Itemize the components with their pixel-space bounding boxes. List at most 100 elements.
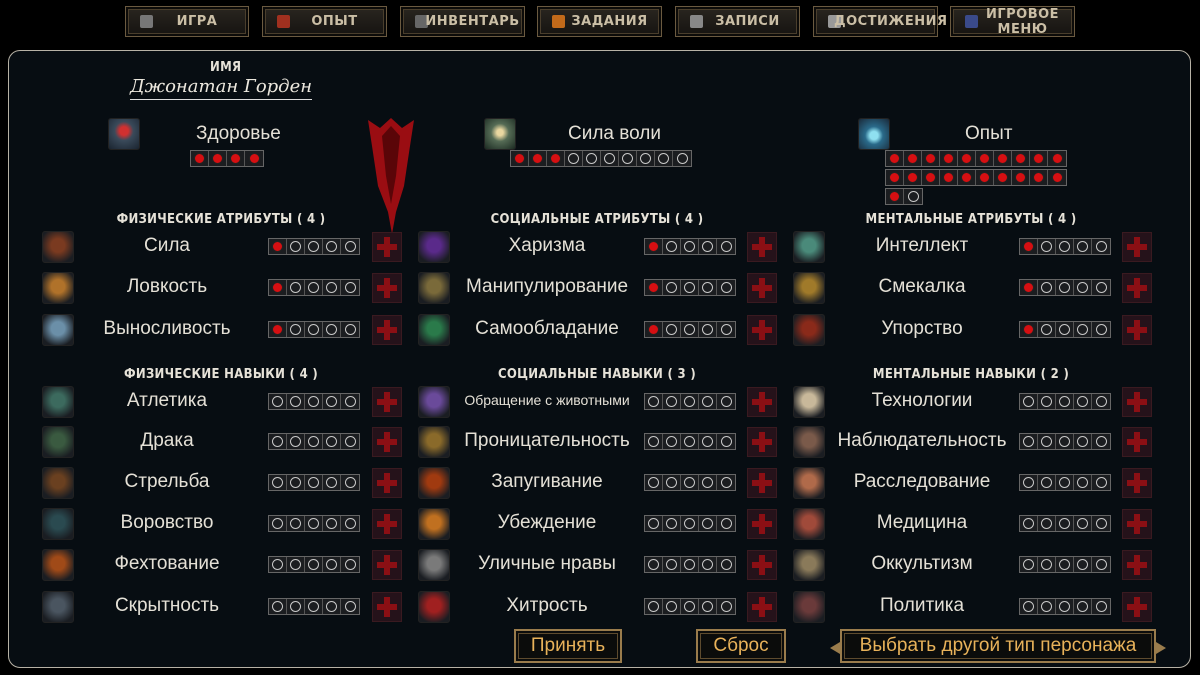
dot-empty	[699, 475, 717, 490]
dot-empty	[287, 394, 305, 409]
dot-filled	[645, 322, 663, 337]
skill-row-increase-button[interactable]	[372, 592, 402, 622]
nav-tab-3[interactable]: ЗАДАНИЯ	[537, 6, 662, 37]
attribute-row-increase-button[interactable]	[372, 315, 402, 345]
dot-empty	[681, 322, 699, 337]
skill-row-increase-button[interactable]	[1122, 592, 1152, 622]
dot-empty	[1056, 322, 1074, 337]
skills-heading: ФИЗИЧЕСКИЕ НАВЫКИ ( 4 )	[123, 367, 319, 382]
skill-row-increase-button[interactable]	[747, 550, 777, 580]
dot-empty	[699, 557, 717, 572]
skill-row-increase-button[interactable]	[372, 427, 402, 457]
skill-row-increase-button[interactable]	[1122, 427, 1152, 457]
skill-row-increase-button[interactable]	[372, 387, 402, 417]
attributes-heading: МЕНТАЛЬНЫЕ АТРИБУТЫ ( 4 )	[865, 212, 1077, 227]
skills-heading: МЕНТАЛЬНЫЕ НАВЫКИ ( 2 )	[872, 367, 1070, 382]
dot-empty	[305, 434, 323, 449]
fire-figure-icon	[418, 467, 450, 499]
dot-empty	[305, 239, 323, 254]
skill-row-label: Медицина	[876, 512, 968, 533]
attribute-row-increase-button[interactable]	[747, 273, 777, 303]
attribute-row-label: Ловкость	[126, 276, 208, 297]
dot-filled	[976, 151, 994, 166]
animal-icon	[418, 386, 450, 418]
skill-row-increase-button[interactable]	[747, 509, 777, 539]
dot-empty	[699, 394, 717, 409]
attribute-row-increase-button[interactable]	[372, 273, 402, 303]
dot-empty	[663, 322, 681, 337]
dot-filled	[1020, 239, 1038, 254]
skill-row-dots	[644, 433, 736, 450]
skill-row-increase-button[interactable]	[372, 509, 402, 539]
dot-empty	[681, 516, 699, 531]
dot-empty	[1074, 239, 1092, 254]
bulb-icon	[793, 272, 825, 304]
skill-row-increase-button[interactable]	[372, 468, 402, 498]
dot-empty	[601, 151, 619, 166]
skill-row-increase-button[interactable]	[372, 550, 402, 580]
dot-empty	[1038, 475, 1056, 490]
attribute-row-increase-button[interactable]	[372, 232, 402, 262]
attribute-row-increase-button[interactable]	[747, 315, 777, 345]
dot-filled	[529, 151, 547, 166]
dot-empty	[341, 394, 359, 409]
attribute-row-label: Харизма	[508, 235, 586, 256]
skill-row-increase-button[interactable]	[747, 387, 777, 417]
nav-tab-1[interactable]: ОПЫТ	[262, 6, 387, 37]
nav-tab-4[interactable]: ЗАПИСИ	[675, 6, 800, 37]
skill-row-increase-button[interactable]	[1122, 387, 1152, 417]
dot-empty	[1038, 434, 1056, 449]
dot-empty	[1074, 516, 1092, 531]
character-name-field[interactable]: Джонатан Горден	[130, 76, 312, 100]
skill-row-dots	[1019, 598, 1111, 615]
eye-icon	[793, 467, 825, 499]
dot-filled	[886, 170, 904, 185]
dot-empty	[681, 239, 699, 254]
dot-empty	[904, 189, 922, 204]
attribute-row-increase-button[interactable]	[747, 232, 777, 262]
dot-empty	[323, 557, 341, 572]
nav-tab-5[interactable]: ДОСТИЖЕНИЯ	[813, 6, 948, 37]
dot-filled	[1048, 170, 1066, 185]
accept-button[interactable]: Принять	[514, 629, 622, 663]
flame-head-icon	[793, 314, 825, 346]
nav-tab-6[interactable]: ИГРОВОЕ МЕНЮ	[950, 6, 1075, 37]
skill-row-label: Убеждение	[497, 512, 597, 533]
attribute-row-dots	[268, 279, 360, 296]
dot-filled	[269, 239, 287, 254]
dot-empty	[1056, 475, 1074, 490]
change-character-type-button[interactable]: Выбрать другой тип персонажа	[830, 629, 1166, 663]
dot-empty	[287, 322, 305, 337]
nav-tab-label: ДОСТИЖЕНИЯ	[834, 14, 948, 29]
nav-tab-2[interactable]: ИНВЕНТАРЬ	[400, 6, 525, 37]
dot-filled	[227, 151, 245, 166]
dot-empty	[655, 151, 673, 166]
skill-row-increase-button[interactable]	[747, 468, 777, 498]
attribute-row-increase-button[interactable]	[1122, 232, 1152, 262]
skill-row-label: Скрытность	[114, 595, 220, 616]
reset-button[interactable]: Сброс	[696, 629, 786, 663]
skill-row-increase-button[interactable]	[747, 592, 777, 622]
dot-empty	[663, 516, 681, 531]
skill-row-increase-button[interactable]	[1122, 509, 1152, 539]
nav-tab-0[interactable]: ИГРА	[125, 6, 249, 37]
dot-empty	[1056, 516, 1074, 531]
dot-empty	[673, 151, 691, 166]
attribute-row-dots	[1019, 238, 1111, 255]
skill-row-dots	[1019, 433, 1111, 450]
attribute-row-increase-button[interactable]	[1122, 315, 1152, 345]
nav-tab-label: ОПЫТ	[311, 14, 358, 29]
dot-filled	[1012, 151, 1030, 166]
dot-empty	[717, 475, 735, 490]
attribute-row-increase-button[interactable]	[1122, 273, 1152, 303]
charisma-orb-icon	[418, 231, 450, 263]
mask-icon	[418, 549, 450, 581]
skill-row-increase-button[interactable]	[747, 427, 777, 457]
dot-empty	[717, 557, 735, 572]
skill-row-increase-button[interactable]	[1122, 468, 1152, 498]
skill-row-increase-button[interactable]	[1122, 550, 1152, 580]
dot-empty	[1020, 434, 1038, 449]
dot-filled	[645, 280, 663, 295]
dot-empty	[1092, 394, 1110, 409]
dot-empty	[305, 475, 323, 490]
